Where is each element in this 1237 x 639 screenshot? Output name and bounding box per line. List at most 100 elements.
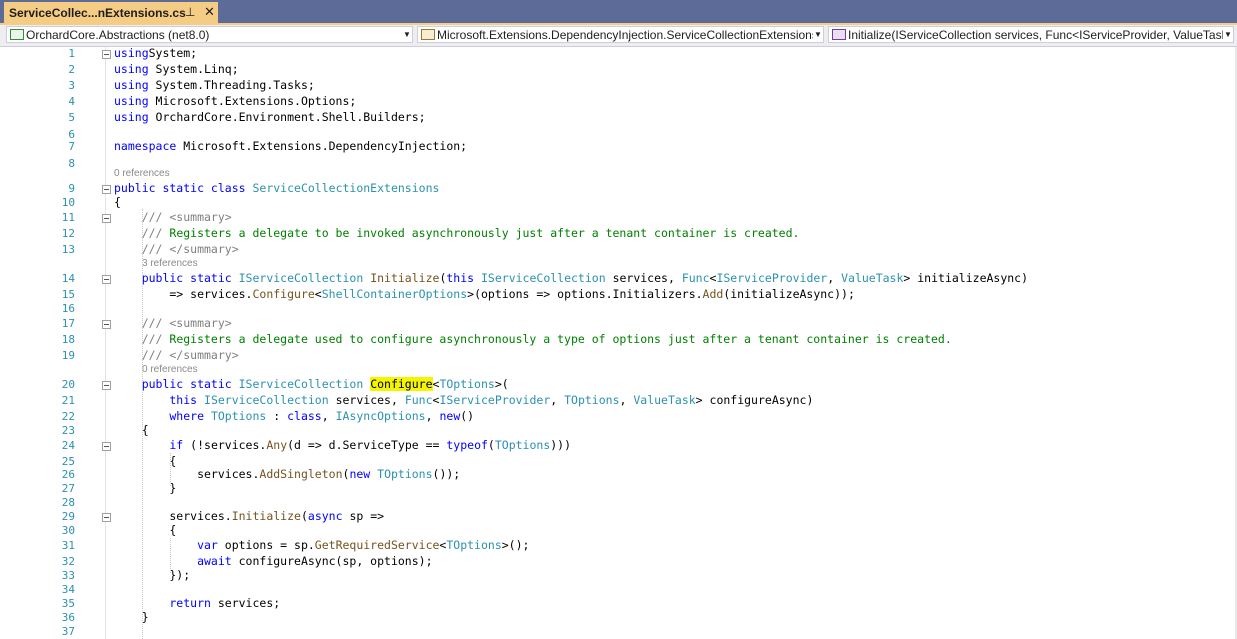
code-token: AddSingleton bbox=[259, 467, 343, 481]
member-dropdown[interactable]: Initialize(IServiceCollection services, … bbox=[828, 26, 1234, 43]
code-token: this bbox=[114, 393, 198, 407]
code-token: async bbox=[307, 509, 343, 523]
code-line[interactable]: { bbox=[114, 423, 149, 437]
code-line[interactable]: where TOptions : class, IAsyncOptions, n… bbox=[114, 409, 474, 423]
line-number: 13 bbox=[61, 243, 75, 256]
code-token: IAsyncOptions bbox=[335, 409, 426, 423]
code-token: => services. bbox=[114, 287, 253, 301]
code-editor[interactable]: 1 usingSystem; 2 using System.Linq; 3 using S… bbox=[0, 46, 1237, 639]
code-token: TOptions bbox=[446, 538, 502, 552]
collapse-icon[interactable] bbox=[102, 442, 111, 451]
code-token: TOptions bbox=[564, 393, 620, 407]
code-line[interactable]: { bbox=[114, 195, 121, 209]
gutter-separator bbox=[105, 47, 106, 639]
line-number: 14 bbox=[61, 272, 75, 285]
line-number: 24 bbox=[61, 439, 75, 452]
code-line[interactable]: /// <summary> bbox=[114, 210, 232, 224]
code-line[interactable]: /// Registers a delegate used to configu… bbox=[114, 332, 952, 346]
code-line[interactable]: usingSystem; bbox=[114, 46, 197, 60]
codelens-references[interactable]: 3 references bbox=[142, 258, 198, 269]
code-line[interactable]: services.AddSingleton(new TOptions()); bbox=[114, 467, 460, 481]
code-token: , bbox=[321, 409, 336, 423]
codelens-references[interactable]: 0 references bbox=[142, 364, 198, 375]
document-tab[interactable]: ServiceCollec...nExtensions.cs ⊥ ✕ bbox=[4, 2, 218, 24]
line-number: 2 bbox=[68, 63, 75, 76]
code-token: GetRequiredService bbox=[314, 538, 440, 552]
code-token: using bbox=[114, 62, 149, 76]
code-line[interactable]: public static IServiceCollection Configu… bbox=[114, 377, 509, 391]
code-token: Initialize bbox=[363, 271, 440, 285]
collapse-icon[interactable] bbox=[102, 275, 111, 284]
code-line[interactable]: } bbox=[114, 610, 149, 624]
code-token: if bbox=[114, 438, 184, 452]
collapse-icon[interactable] bbox=[102, 185, 111, 194]
code-token: >( bbox=[494, 377, 509, 391]
code-line[interactable]: /// </summary> bbox=[114, 242, 239, 256]
code-token: class bbox=[287, 409, 322, 423]
code-token: { bbox=[114, 523, 177, 537]
line-number: 23 bbox=[61, 424, 75, 437]
type-dropdown-value: Microsoft.Extensions.DependencyInjection… bbox=[437, 27, 813, 42]
code-line[interactable]: using System.Threading.Tasks; bbox=[114, 78, 315, 92]
codelens-references[interactable]: 0 references bbox=[114, 168, 170, 179]
project-dropdown[interactable]: OrchardCore.Abstractions (net8.0) ▼ bbox=[6, 26, 413, 43]
code-token: >(options => options.Initializers. bbox=[467, 287, 703, 301]
collapse-icon[interactable] bbox=[102, 320, 111, 329]
code-line[interactable]: return services; bbox=[114, 596, 280, 610]
code-token: sp => bbox=[342, 509, 385, 523]
code-line[interactable]: /// </summary> bbox=[114, 348, 239, 362]
code-line[interactable]: { bbox=[114, 454, 176, 468]
type-dropdown[interactable]: Microsoft.Extensions.DependencyInjection… bbox=[417, 26, 824, 43]
code-token: where bbox=[114, 409, 205, 423]
code-line[interactable]: using OrchardCore.Environment.Shell.Buil… bbox=[114, 110, 426, 124]
code-line[interactable]: } bbox=[114, 481, 176, 495]
code-token: IServiceCollection bbox=[231, 271, 364, 285]
code-token: < bbox=[314, 287, 322, 301]
code-line[interactable]: await configureAsync(sp, options); bbox=[114, 554, 433, 568]
code-line[interactable]: /// Registers a delegate to be invoked a… bbox=[114, 226, 800, 240]
code-line[interactable]: namespace Microsoft.Extensions.Dependenc… bbox=[114, 139, 467, 153]
code-line[interactable]: public static IServiceCollection Initial… bbox=[114, 271, 1028, 285]
code-line[interactable]: public static class ServiceCollectionExt… bbox=[114, 181, 439, 195]
code-token: var bbox=[114, 538, 218, 552]
code-line[interactable]: if (!services.Any(d => d.ServiceType == … bbox=[114, 438, 571, 452]
code-token: IServiceProvider bbox=[716, 271, 828, 285]
code-line[interactable]: using System.Linq; bbox=[114, 62, 239, 76]
code-token: services. bbox=[114, 467, 260, 481]
line-number: 17 bbox=[61, 317, 75, 330]
collapse-icon[interactable] bbox=[102, 214, 111, 223]
code-token: public static class bbox=[114, 181, 246, 195]
code-token: ))) bbox=[550, 438, 572, 452]
code-token: > configureAsync) bbox=[695, 393, 814, 407]
code-line[interactable]: services.Initialize(async sp => bbox=[114, 509, 384, 523]
code-token: Configure bbox=[252, 287, 315, 301]
line-number: 35 bbox=[61, 597, 75, 610]
code-token: configureAsync(sp, options); bbox=[231, 554, 433, 568]
code-line[interactable]: this IServiceCollection services, Func<I… bbox=[114, 393, 813, 407]
code-line[interactable]: { bbox=[114, 523, 176, 537]
code-line[interactable]: using Microsoft.Extensions.Options; bbox=[114, 94, 356, 108]
code-line[interactable]: }); bbox=[114, 568, 190, 582]
code-token: ( bbox=[300, 509, 308, 523]
collapse-icon[interactable] bbox=[102, 50, 111, 59]
code-token: TOptions bbox=[439, 377, 495, 391]
collapse-icon[interactable] bbox=[102, 513, 111, 522]
code-line[interactable]: /// <summary> bbox=[114, 316, 232, 330]
line-number: 30 bbox=[61, 524, 75, 537]
pin-icon[interactable]: ⊥ bbox=[185, 5, 195, 19]
line-number: 5 bbox=[68, 111, 75, 124]
code-token: { bbox=[114, 195, 121, 209]
highlighted-token: Configure bbox=[370, 377, 433, 391]
collapse-icon[interactable] bbox=[102, 381, 111, 390]
code-line[interactable]: var options = sp.GetRequiredService<TOpt… bbox=[114, 538, 529, 552]
code-token: TOptions bbox=[370, 467, 433, 481]
code-token: TOptions bbox=[494, 438, 551, 452]
code-line[interactable]: => services.Configure<ShellContainerOpti… bbox=[114, 287, 855, 301]
close-icon[interactable]: ✕ bbox=[204, 4, 215, 20]
indent-guide bbox=[170, 538, 171, 573]
line-number: 3 bbox=[68, 79, 75, 92]
code-token: using bbox=[114, 78, 149, 92]
code-token: Microsoft.Extensions.DependencyInjection… bbox=[176, 139, 468, 153]
line-number: 8 bbox=[68, 157, 75, 170]
code-token: typeof bbox=[446, 438, 488, 452]
